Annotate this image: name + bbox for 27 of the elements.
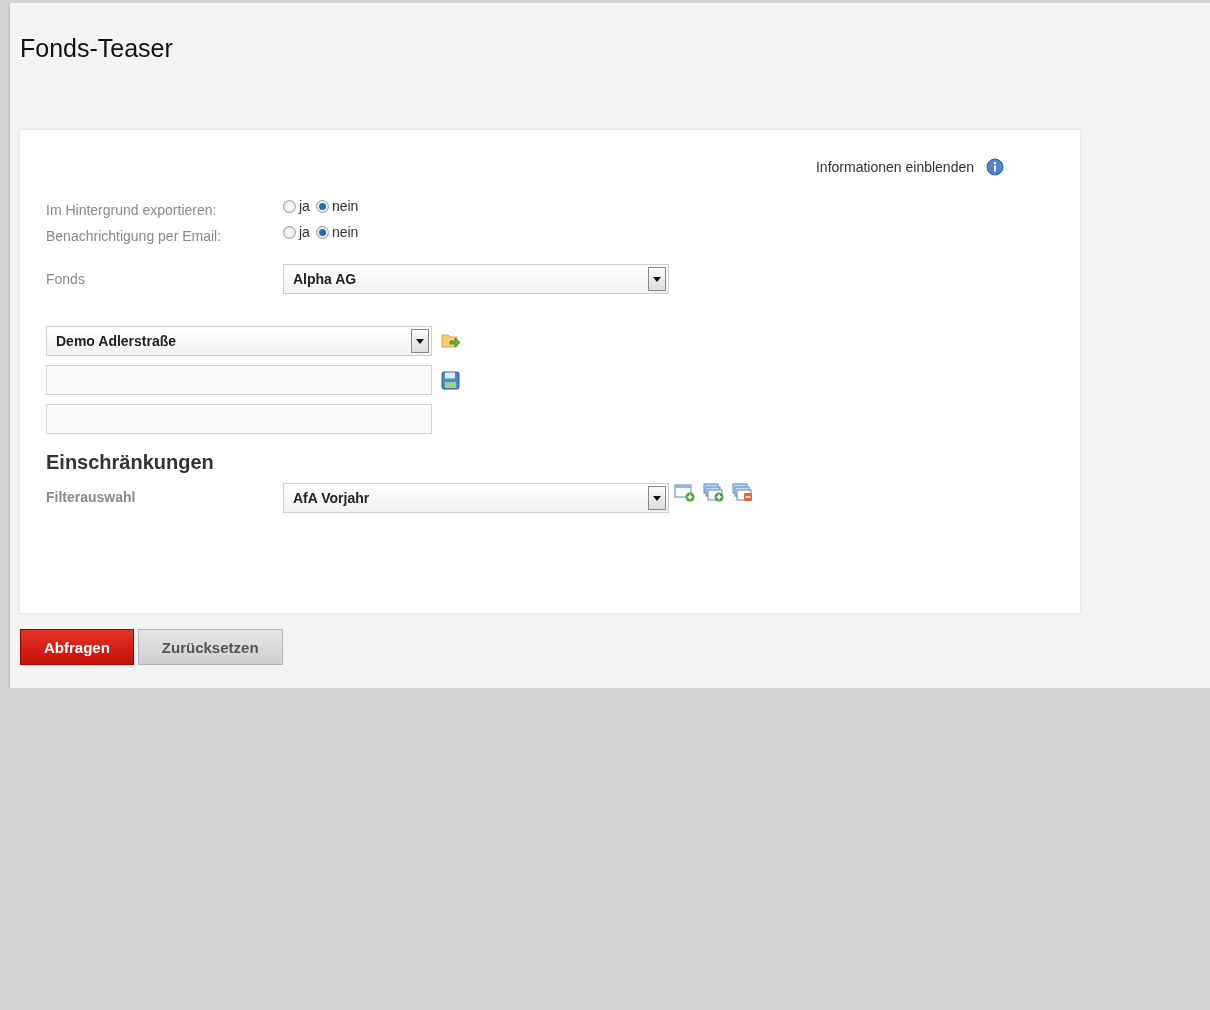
info-icon[interactable]	[986, 158, 1004, 176]
input-field[interactable]	[46, 404, 432, 434]
dropdown[interactable]: Demo Adlerstraße	[46, 326, 432, 356]
radio-button[interactable]	[283, 225, 296, 239]
dropdown[interactable]: AfA Vorjahr	[283, 483, 669, 513]
page-title: Fonds-Teaser	[20, 33, 174, 63]
radio-label: ja	[299, 224, 310, 240]
radio-button[interactable]	[315, 199, 329, 213]
option-label: Benachrichtigung per Email:	[46, 228, 223, 244]
radio-label: ja	[299, 198, 310, 214]
section-title: Einschränkungen	[46, 451, 215, 474]
dropdown[interactable]: Alpha AG	[283, 264, 669, 294]
radio-button[interactable]	[315, 225, 329, 239]
radio-label: nein	[331, 224, 359, 240]
reset-button[interactable]: Zurücksetzen	[137, 629, 283, 665]
remove-windows-icon[interactable]	[732, 483, 754, 503]
radio-button[interactable]	[283, 199, 296, 213]
info-link[interactable]: Informationen einblenden	[816, 159, 974, 175]
folder-arrow-icon[interactable]	[441, 332, 461, 350]
option-label: Im Hintergrund exportieren:	[46, 202, 218, 218]
input-field[interactable]	[46, 365, 432, 395]
radio-label: nein	[331, 198, 359, 214]
filter-label: Filterauswahl	[46, 489, 137, 505]
submit-button[interactable]: Abfragen	[20, 629, 134, 665]
fonds-label: Fonds	[46, 271, 86, 287]
add-windows-icon[interactable]	[703, 483, 725, 503]
add-window-icon[interactable]	[674, 483, 696, 503]
